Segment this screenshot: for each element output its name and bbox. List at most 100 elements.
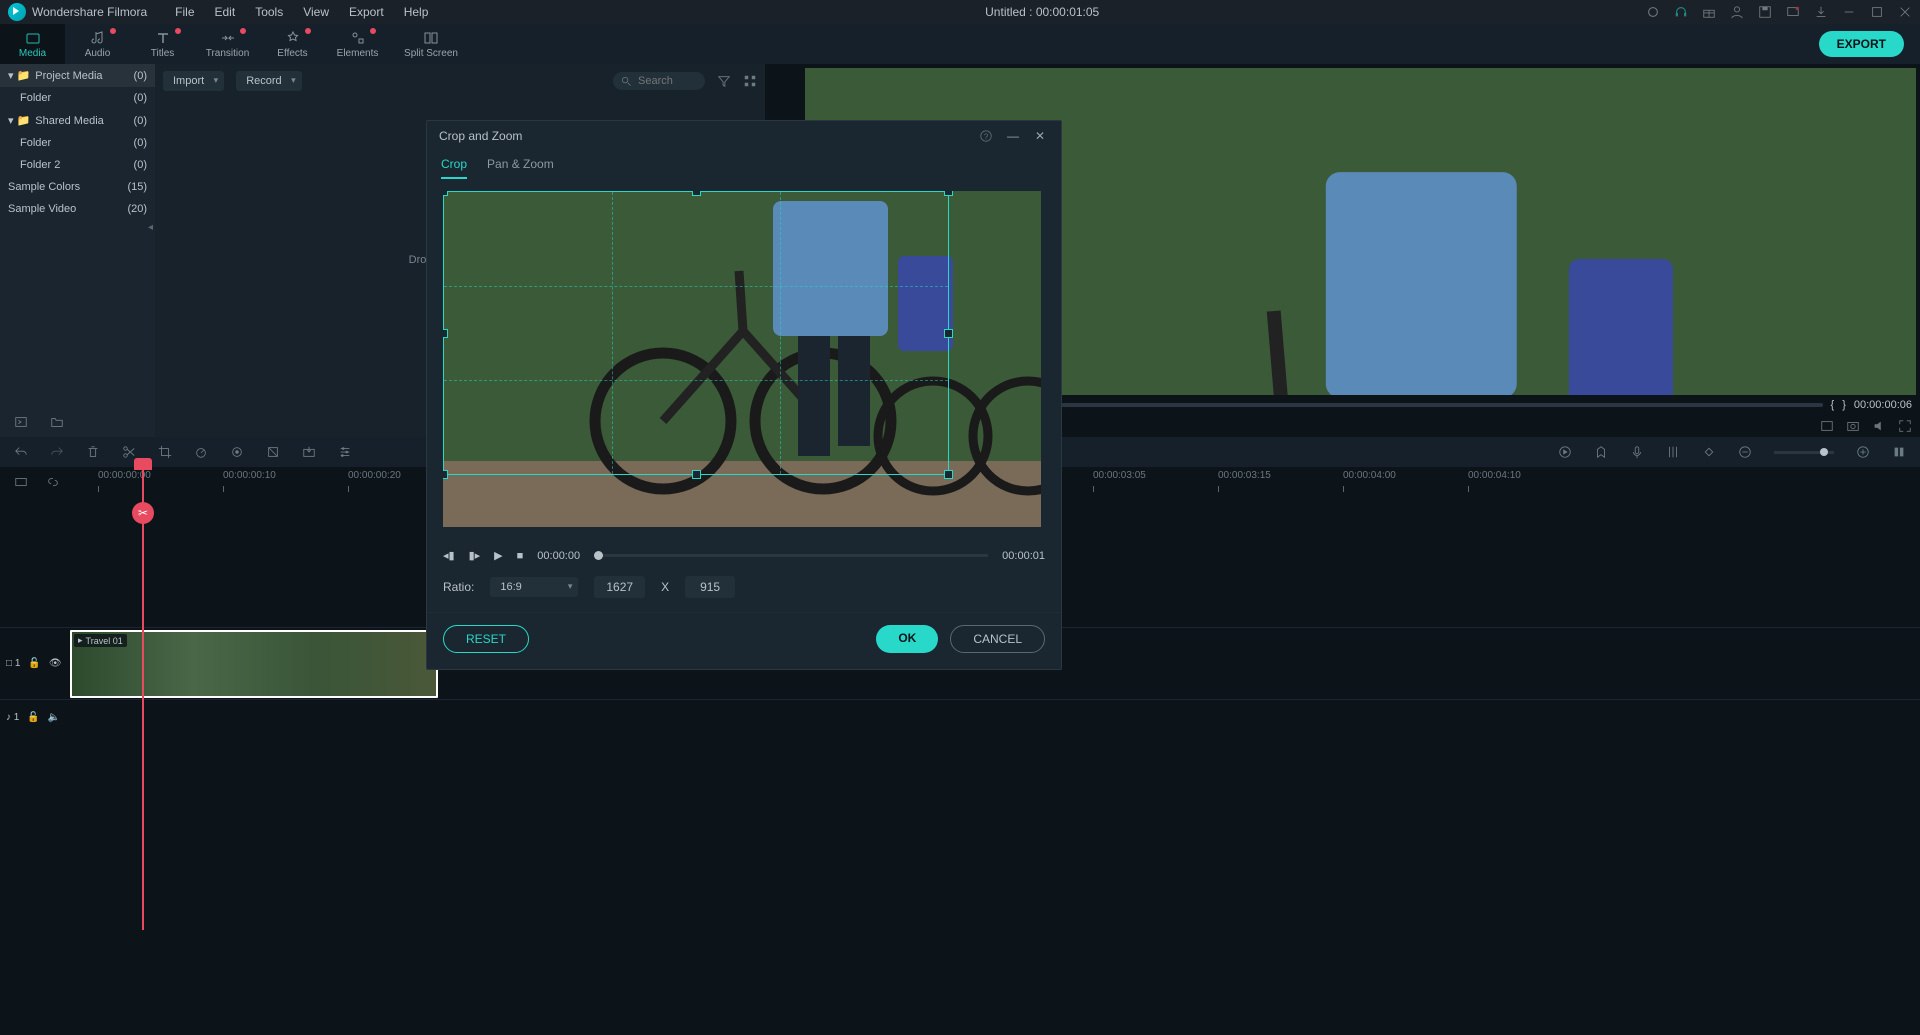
tab-titles[interactable]: Titles (130, 24, 195, 64)
menu-edit[interactable]: Edit (205, 5, 246, 19)
marker-icon[interactable] (1594, 445, 1608, 459)
tab-effects[interactable]: Effects (260, 24, 325, 64)
menu-help[interactable]: Help (394, 5, 439, 19)
undo-icon[interactable] (14, 445, 28, 459)
tab-audio[interactable]: Audio (65, 24, 130, 64)
tab-crop[interactable]: Crop (441, 151, 467, 179)
lock-icon[interactable]: 🔓 (27, 712, 39, 723)
crop-handle-se[interactable] (944, 470, 953, 479)
zoom-in-icon[interactable] (1856, 445, 1870, 459)
menu-export[interactable]: Export (339, 5, 394, 19)
eye-icon[interactable]: 👁 (49, 658, 62, 669)
tree-shared-media[interactable]: ▾ 📁 Shared Media(0) (0, 109, 155, 132)
record-dropdown[interactable]: Record (236, 71, 301, 91)
bracket-out-icon[interactable]: } (1842, 399, 1846, 411)
select-tool-icon[interactable] (14, 475, 28, 489)
prev-frame-icon[interactable]: ◂▮ (443, 549, 455, 562)
lock-icon[interactable]: 🔓 (28, 658, 40, 669)
next-frame-icon[interactable]: ▮▸ (469, 549, 481, 562)
save-icon[interactable] (1758, 5, 1772, 19)
export-frame-icon[interactable] (302, 445, 316, 459)
import-dropdown[interactable]: Import (163, 71, 224, 91)
crop-height-input[interactable]: 915 (685, 576, 735, 598)
tab-splitscreen[interactable]: Split Screen (390, 24, 472, 64)
crop-handle-nw[interactable] (443, 191, 448, 196)
crop-handle-sw[interactable] (443, 470, 448, 479)
render-icon[interactable] (1558, 445, 1572, 459)
playhead-handle[interactable]: ✂ (134, 458, 152, 524)
tab-pan-zoom[interactable]: Pan & Zoom (487, 151, 554, 179)
settings-icon[interactable] (1646, 5, 1660, 19)
crop-width-input[interactable]: 1627 (594, 576, 645, 598)
new-folder-icon[interactable] (50, 415, 64, 429)
speed-icon[interactable] (194, 445, 208, 459)
close-icon[interactable] (1898, 5, 1912, 19)
collapse-icon[interactable]: ◂ (0, 220, 155, 235)
cancel-button[interactable]: CANCEL (950, 625, 1045, 653)
filter-icon[interactable] (717, 74, 731, 88)
zoom-out-icon[interactable] (1738, 445, 1752, 459)
zoom-slider[interactable] (1774, 451, 1834, 454)
expand-icon[interactable] (14, 415, 28, 429)
crop-handle-w[interactable] (443, 329, 448, 338)
playhead-line[interactable] (142, 460, 144, 930)
quality-icon[interactable] (1820, 419, 1834, 433)
tree-folder-2[interactable]: Folder 2(0) (0, 154, 155, 176)
stop-icon[interactable]: ■ (517, 550, 524, 562)
play-icon[interactable]: ▶ (494, 549, 502, 562)
voiceover-icon[interactable] (1630, 445, 1644, 459)
mute-icon[interactable]: 🔈 (48, 712, 60, 723)
redo-icon[interactable] (50, 445, 64, 459)
tab-transition[interactable]: Transition (195, 24, 260, 64)
tree-sample-colors[interactable]: Sample Colors(15) (0, 176, 155, 198)
reset-button[interactable]: RESET (443, 625, 529, 653)
minimize-icon[interactable]: — (1007, 129, 1021, 143)
close-icon[interactable]: ✕ (1035, 129, 1049, 143)
link-icon[interactable] (46, 475, 60, 489)
audio-track[interactable]: ♪ 1 🔓 🔈 (0, 699, 1920, 735)
tree-sample-video[interactable]: Sample Video(20) (0, 198, 155, 220)
tree-folder[interactable]: Folder(0) (0, 132, 155, 154)
color-icon[interactable] (230, 445, 244, 459)
tab-elements[interactable]: Elements (325, 24, 390, 64)
delete-icon[interactable] (86, 445, 100, 459)
message-icon[interactable] (1786, 5, 1800, 19)
account-icon[interactable] (1730, 5, 1744, 19)
fullscreen-icon[interactable] (1898, 419, 1912, 433)
crop-handle-e[interactable] (944, 329, 953, 338)
adjust-icon[interactable] (338, 445, 352, 459)
zoom-fit-icon[interactable] (1892, 445, 1906, 459)
crop-handle-n[interactable] (692, 191, 701, 196)
headphones-icon[interactable] (1674, 5, 1688, 19)
crop-handle-s[interactable] (692, 470, 701, 479)
scissors-icon[interactable]: ✂ (132, 502, 154, 524)
crop-icon[interactable] (158, 445, 172, 459)
help-icon[interactable]: ? (979, 129, 993, 143)
gift-icon[interactable] (1702, 5, 1716, 19)
search-input[interactable] (638, 75, 694, 87)
split-icon[interactable] (122, 445, 136, 459)
volume-icon[interactable] (1872, 419, 1886, 433)
ok-button[interactable]: OK (876, 625, 938, 653)
mixer-icon[interactable] (1666, 445, 1680, 459)
grid-view-icon[interactable] (743, 74, 757, 88)
snapshot-icon[interactable] (1846, 419, 1860, 433)
greenscreen-icon[interactable] (266, 445, 280, 459)
tree-folder[interactable]: Folder(0) (0, 87, 155, 109)
crop-rectangle[interactable] (443, 191, 949, 475)
crop-scrubber[interactable] (594, 554, 988, 557)
menu-tools[interactable]: Tools (245, 5, 293, 19)
ratio-select[interactable]: 16:9 (490, 577, 578, 597)
crop-handle-ne[interactable] (944, 191, 953, 196)
timeline-clip[interactable]: ▸Travel 01 (70, 630, 438, 698)
download-icon[interactable] (1814, 5, 1828, 19)
menu-view[interactable]: View (293, 5, 339, 19)
export-button[interactable]: EXPORT (1819, 31, 1904, 57)
maximize-icon[interactable] (1870, 5, 1884, 19)
minimize-icon[interactable] (1842, 5, 1856, 19)
tree-project-media[interactable]: ▾ 📁 Project Media(0) (0, 64, 155, 87)
tab-media[interactable]: Media (0, 24, 65, 64)
search-input-wrap[interactable] (613, 72, 705, 90)
bracket-in-icon[interactable]: { (1831, 399, 1835, 411)
menu-file[interactable]: File (165, 5, 204, 19)
